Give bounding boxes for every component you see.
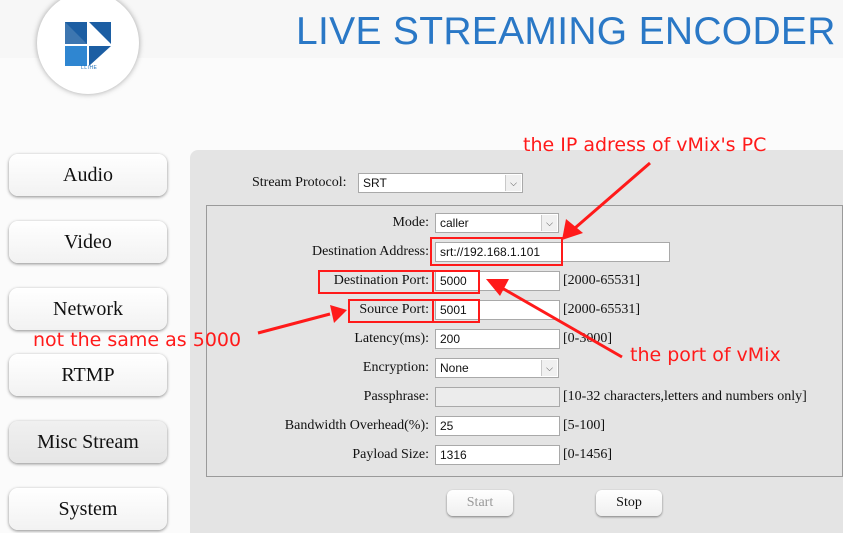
annotation-arrows	[257, 161, 651, 359]
arrow-to-source-port	[257, 312, 331, 335]
arrow-to-destination-port	[501, 286, 623, 359]
arrow-to-source-port-head	[330, 305, 347, 323]
arrow-to-address	[574, 161, 651, 230]
arrow-to-destination-port-head	[486, 279, 509, 296]
